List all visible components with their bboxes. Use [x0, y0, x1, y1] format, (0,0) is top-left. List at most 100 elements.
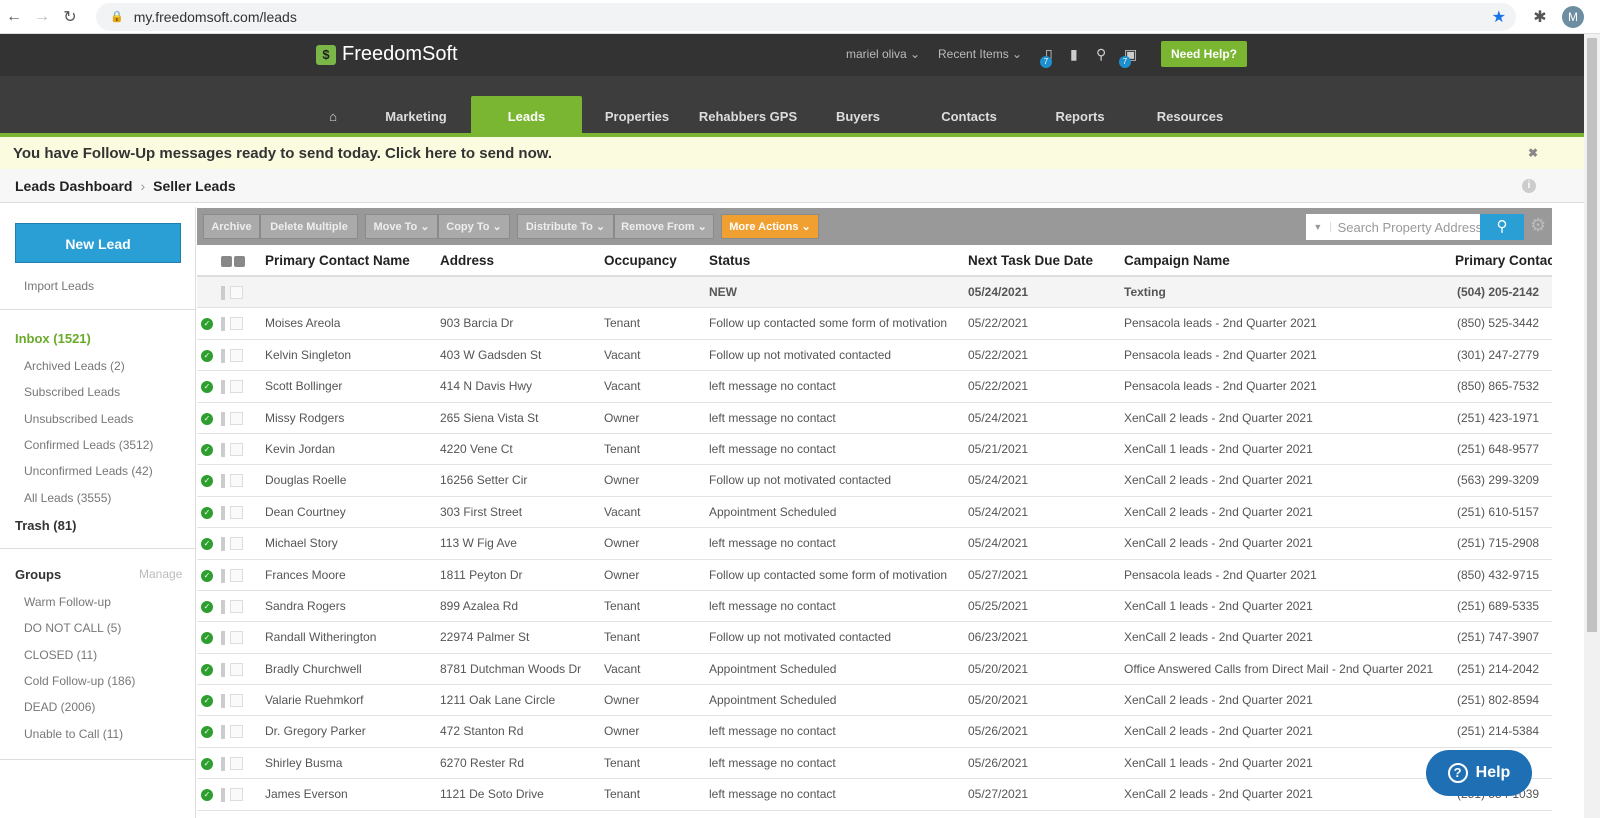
col-primary-contact[interactable]: Primary Contact	[1455, 245, 1552, 276]
col-occupancy[interactable]: Occupancy	[604, 245, 677, 276]
table-row[interactable]: ✓ Missy Rodgers 265 Siena Vista St Owner lef…	[197, 403, 1552, 434]
close-icon[interactable]: ✖	[1528, 146, 1538, 160]
search-button[interactable]: ⚲	[1480, 214, 1524, 240]
row-checkbox[interactable]	[230, 380, 243, 394]
folder-subscribed[interactable]: Subscribed Leads	[24, 385, 120, 399]
table-row[interactable]: ✓ Valarie Ruehmkorf 1211 Oak Lane Circle Ow…	[197, 685, 1552, 717]
drag-handle[interactable]	[221, 631, 225, 646]
table-row[interactable]: ✓ Shirley Busma 6270 Rester Rd Tenant left m…	[197, 748, 1552, 780]
table-row[interactable]: ✓ Scott Bollinger 414 N Davis Hwy Vacant lef…	[197, 371, 1552, 403]
cell-contact-name[interactable]: Shirley Busma	[265, 748, 342, 779]
cell-contact-name[interactable]: Bradly Churchwell	[265, 654, 362, 685]
folder-all[interactable]: All Leads (3555)	[24, 491, 111, 505]
drag-handle[interactable]	[221, 537, 225, 552]
row-checkbox[interactable]	[230, 505, 243, 519]
cell-contact-name[interactable]: Moises Areola	[265, 308, 340, 339]
search-contacts-icon[interactable]: ⚲	[1096, 46, 1106, 63]
scrollbar-thumb[interactable]	[1587, 38, 1597, 632]
cell-contact-name[interactable]: Randall Witherington	[265, 622, 376, 653]
cell-contact-name[interactable]: Frances Moore	[265, 560, 346, 591]
document-icon[interactable]: ▮	[1070, 46, 1078, 63]
drag-handle[interactable]	[221, 568, 225, 583]
cell-contact-name[interactable]: Scott Bollinger	[265, 371, 342, 402]
drag-handle[interactable]	[221, 380, 225, 395]
row-checkbox[interactable]	[230, 348, 243, 362]
table-row[interactable]: NEW 05/24/2021 Texting (504) 205-2142	[197, 277, 1552, 309]
cell-contact-name[interactable]: Michael Story	[265, 528, 338, 559]
drag-handle[interactable]	[221, 694, 225, 709]
drag-handle[interactable]	[221, 662, 225, 677]
table-row[interactable]: ✓ Kevin Jordan 4220 Vene Ct Tenant left mess…	[197, 434, 1552, 466]
table-row[interactable]: ✓ Dr. Gregory Parker 472 Stanton Rd Owner le…	[197, 716, 1552, 748]
address-bar[interactable]: 🔒 my.freedomsoft.com/leads ★	[96, 2, 1516, 31]
cell-contact-name[interactable]: James Everson	[265, 779, 348, 810]
info-icon[interactable]: i	[1522, 178, 1536, 193]
drag-handle[interactable]	[221, 474, 225, 489]
new-lead-button[interactable]: New Lead	[15, 223, 181, 263]
col-address[interactable]: Address	[440, 245, 494, 276]
property-search[interactable]: ▼ Search Property Address	[1306, 214, 1480, 240]
table-row[interactable]: ✓ Moises Areola 903 Barcia Dr Tenant Follow …	[197, 308, 1552, 340]
table-row[interactable]: ✓ Randall Witherington 22974 Palmer St Tena…	[197, 622, 1552, 654]
table-row[interactable]: ✓ Michael Story 113 W Fig Ave Owner left mes…	[197, 528, 1552, 560]
help-button[interactable]: ? Help	[1426, 750, 1532, 796]
remove-from-button[interactable]: Remove From ⌄	[614, 214, 714, 239]
cell-contact-name[interactable]: Sandra Rogers	[265, 591, 346, 622]
drag-handle[interactable]	[221, 599, 225, 614]
cell-contact-name[interactable]: Valarie Ruehmkorf	[265, 685, 363, 716]
nav-rehabbers-gps[interactable]: Rehabbers GPS	[690, 96, 806, 137]
nav-resources[interactable]: Resources	[1140, 96, 1240, 137]
extensions-icon[interactable]: ✱	[1526, 7, 1554, 27]
nav-properties[interactable]: Properties	[592, 96, 682, 137]
profile-avatar[interactable]: M	[1562, 5, 1584, 28]
cell-contact-name[interactable]: Kevin Jordan	[265, 434, 335, 465]
table-row[interactable]: ✓ Kelvin Singleton 403 W Gadsden St Vacant F…	[197, 340, 1552, 372]
table-row[interactable]: ✓ Sandra Rogers 899 Azalea Rd Tenant left me…	[197, 591, 1552, 623]
drag-handle[interactable]	[221, 348, 225, 363]
group-item[interactable]: Cold Follow-up (186)	[24, 674, 135, 688]
breadcrumb-leads-dashboard[interactable]: Leads Dashboard	[15, 178, 132, 194]
row-checkbox[interactable]	[230, 662, 243, 676]
col-status[interactable]: Status	[709, 245, 750, 276]
folder-unconfirmed[interactable]: Unconfirmed Leads (42)	[24, 464, 153, 478]
group-item[interactable]: Unable to Call (11)	[24, 727, 123, 741]
row-checkbox[interactable]	[230, 788, 243, 802]
move-to-button[interactable]: Move To ⌄	[365, 214, 438, 239]
drag-handle[interactable]	[221, 756, 225, 771]
row-checkbox[interactable]	[230, 756, 243, 770]
drag-handle[interactable]	[221, 442, 225, 457]
drag-handle[interactable]	[221, 505, 225, 520]
col-campaign[interactable]: Campaign Name	[1124, 245, 1230, 276]
cell-contact-name[interactable]: Dr. Gregory Parker	[265, 716, 366, 747]
banner-text[interactable]: You have Follow-Up messages ready to sen…	[13, 145, 552, 162]
copy-to-button[interactable]: Copy To ⌄	[438, 214, 510, 239]
back-icon[interactable]: ←	[0, 8, 28, 26]
more-actions-button[interactable]: More Actions ⌄	[721, 214, 819, 239]
nav-marketing[interactable]: Marketing	[370, 96, 462, 137]
cell-contact-name[interactable]: Missy Rodgers	[265, 403, 344, 434]
row-checkbox[interactable]	[230, 694, 243, 708]
forward-icon[interactable]: →	[28, 8, 56, 26]
drag-handle[interactable]	[221, 788, 225, 803]
nav-leads[interactable]: Leads	[471, 96, 582, 137]
drag-handle[interactable]	[221, 411, 225, 426]
cell-contact-name[interactable]: Douglas Roelle	[265, 465, 346, 496]
row-checkbox[interactable]	[230, 537, 243, 551]
manage-groups-link[interactable]: Manage	[139, 567, 182, 581]
gear-icon[interactable]: ⚙	[1530, 215, 1546, 236]
need-help-button[interactable]: Need Help?	[1161, 41, 1247, 67]
folder-unsubscribed[interactable]: Unsubscribed Leads	[24, 412, 133, 426]
table-row[interactable]: ✓ Douglas Roelle 16256 Setter Cir Owner Foll…	[197, 465, 1552, 497]
group-item[interactable]: DO NOT CALL (5)	[24, 621, 121, 635]
import-leads-link[interactable]: Import Leads	[24, 279, 94, 293]
row-checkbox[interactable]	[230, 725, 243, 739]
chevron-down-icon[interactable]: ▼	[1306, 222, 1331, 232]
drag-handle[interactable]	[221, 286, 225, 300]
row-checkbox[interactable]	[230, 568, 243, 582]
table-row[interactable]: ✓ Dean Courtney 303 First Street Vacant Appo…	[197, 497, 1552, 529]
row-checkbox[interactable]	[230, 317, 243, 331]
nav-contacts[interactable]: Contacts	[920, 96, 1018, 137]
group-item[interactable]: DEAD (2006)	[24, 700, 95, 714]
select-all-checkbox[interactable]	[234, 256, 245, 267]
cell-contact-name[interactable]: Dean Courtney	[265, 497, 346, 528]
